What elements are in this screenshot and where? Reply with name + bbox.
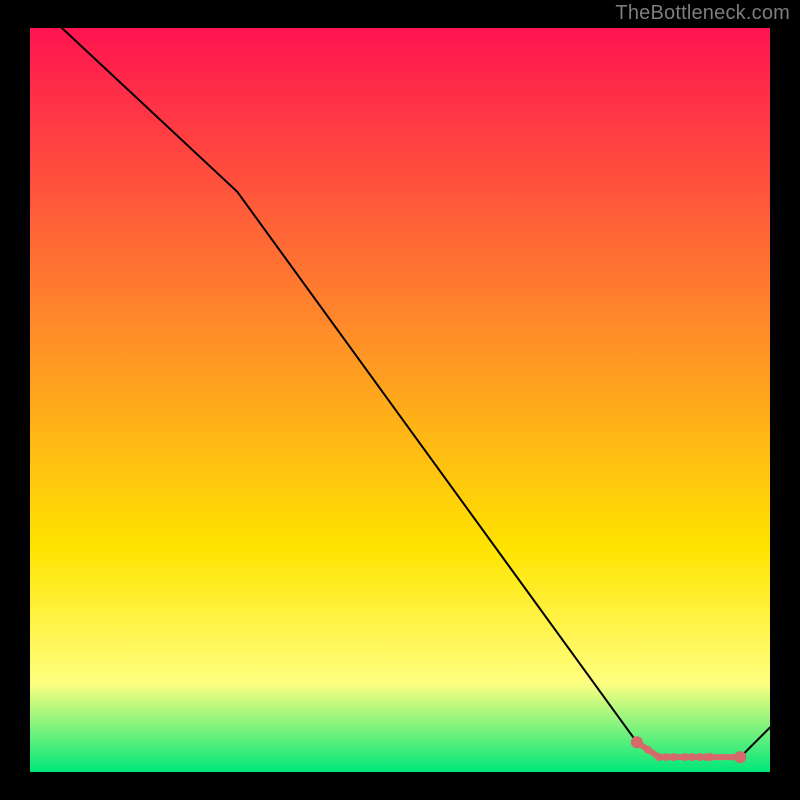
marker-dot: [631, 736, 643, 748]
marker-dot: [662, 753, 670, 761]
marker-dot: [696, 753, 704, 761]
marker-dot: [670, 753, 678, 761]
marker-dot: [681, 753, 689, 761]
marker-dot: [688, 753, 696, 761]
chart-container: { "attribution": "TheBottleneck.com", "c…: [0, 0, 800, 800]
attribution-label: TheBottleneck.com: [615, 2, 790, 25]
gradient-background: [30, 28, 770, 772]
marker-dot: [707, 753, 715, 761]
marker-dot: [734, 751, 746, 763]
marker-dot: [655, 753, 663, 761]
bottleneck-chart: [30, 28, 770, 772]
marker-dot: [644, 746, 652, 754]
